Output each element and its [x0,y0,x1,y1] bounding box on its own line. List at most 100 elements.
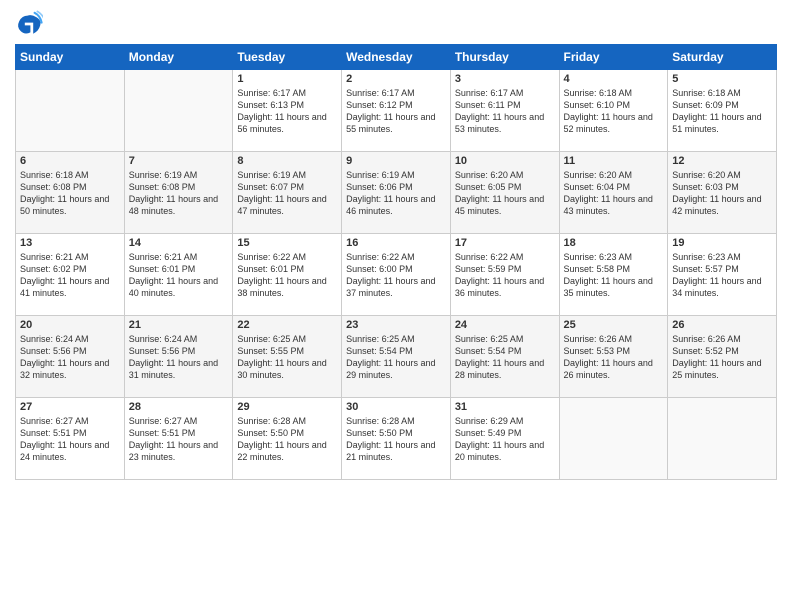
day-info: Sunrise: 6:26 AM [564,333,664,345]
header-cell-tuesday: Tuesday [233,45,342,70]
day-cell: 17Sunrise: 6:22 AMSunset: 5:59 PMDayligh… [450,234,559,316]
week-row-5: 27Sunrise: 6:27 AMSunset: 5:51 PMDayligh… [16,398,777,480]
day-info: Sunset: 6:01 PM [129,263,229,275]
day-info: Daylight: 11 hours and 20 minutes. [455,439,555,463]
day-number: 13 [20,237,120,249]
day-info: Daylight: 11 hours and 32 minutes. [20,357,120,381]
day-number: 19 [672,237,772,249]
day-info: Sunset: 6:06 PM [346,181,446,193]
day-cell [124,70,233,152]
day-cell: 16Sunrise: 6:22 AMSunset: 6:00 PMDayligh… [342,234,451,316]
day-number: 26 [672,319,772,331]
day-number: 14 [129,237,229,249]
day-info: Daylight: 11 hours and 43 minutes. [564,193,664,217]
day-info: Daylight: 11 hours and 48 minutes. [129,193,229,217]
day-number: 30 [346,401,446,413]
day-number: 24 [455,319,555,331]
day-info: Daylight: 11 hours and 50 minutes. [20,193,120,217]
day-info: Daylight: 11 hours and 22 minutes. [237,439,337,463]
day-info: Sunrise: 6:18 AM [564,87,664,99]
day-number: 4 [564,73,664,85]
day-cell [16,70,125,152]
week-row-2: 6Sunrise: 6:18 AMSunset: 6:08 PMDaylight… [16,152,777,234]
day-info: Daylight: 11 hours and 38 minutes. [237,275,337,299]
day-info: Sunrise: 6:23 AM [672,251,772,263]
calendar-table: SundayMondayTuesdayWednesdayThursdayFrid… [15,44,777,480]
day-info: Sunset: 6:13 PM [237,99,337,111]
day-info: Daylight: 11 hours and 51 minutes. [672,111,772,135]
day-info: Sunrise: 6:22 AM [237,251,337,263]
day-info: Daylight: 11 hours and 56 minutes. [237,111,337,135]
day-info: Daylight: 11 hours and 55 minutes. [346,111,446,135]
day-info: Sunrise: 6:18 AM [672,87,772,99]
day-number: 29 [237,401,337,413]
day-number: 5 [672,73,772,85]
day-number: 20 [20,319,120,331]
day-info: Sunrise: 6:17 AM [346,87,446,99]
day-info: Sunrise: 6:19 AM [237,169,337,181]
day-cell: 18Sunrise: 6:23 AMSunset: 5:58 PMDayligh… [559,234,668,316]
day-info: Sunrise: 6:19 AM [346,169,446,181]
day-number: 23 [346,319,446,331]
day-number: 11 [564,155,664,167]
week-row-4: 20Sunrise: 6:24 AMSunset: 5:56 PMDayligh… [16,316,777,398]
day-info: Sunrise: 6:27 AM [129,415,229,427]
day-cell: 27Sunrise: 6:27 AMSunset: 5:51 PMDayligh… [16,398,125,480]
day-info: Sunset: 6:04 PM [564,181,664,193]
day-info: Daylight: 11 hours and 28 minutes. [455,357,555,381]
day-number: 10 [455,155,555,167]
day-info: Sunrise: 6:20 AM [564,169,664,181]
week-row-1: 1Sunrise: 6:17 AMSunset: 6:13 PMDaylight… [16,70,777,152]
day-number: 22 [237,319,337,331]
day-number: 18 [564,237,664,249]
day-info: Sunset: 5:50 PM [346,427,446,439]
day-number: 2 [346,73,446,85]
day-info: Sunset: 5:53 PM [564,345,664,357]
day-info: Sunrise: 6:21 AM [129,251,229,263]
day-info: Sunrise: 6:21 AM [20,251,120,263]
day-info: Daylight: 11 hours and 42 minutes. [672,193,772,217]
day-info: Daylight: 11 hours and 26 minutes. [564,357,664,381]
day-info: Sunset: 6:03 PM [672,181,772,193]
day-info: Sunset: 5:57 PM [672,263,772,275]
day-info: Sunrise: 6:17 AM [455,87,555,99]
header [15,10,777,38]
day-cell: 29Sunrise: 6:28 AMSunset: 5:50 PMDayligh… [233,398,342,480]
day-cell: 1Sunrise: 6:17 AMSunset: 6:13 PMDaylight… [233,70,342,152]
day-info: Sunrise: 6:17 AM [237,87,337,99]
day-cell: 7Sunrise: 6:19 AMSunset: 6:08 PMDaylight… [124,152,233,234]
day-number: 31 [455,401,555,413]
day-info: Sunrise: 6:20 AM [455,169,555,181]
day-info: Sunset: 5:56 PM [129,345,229,357]
day-info: Sunset: 6:08 PM [20,181,120,193]
day-info: Sunset: 5:52 PM [672,345,772,357]
day-cell: 13Sunrise: 6:21 AMSunset: 6:02 PMDayligh… [16,234,125,316]
day-number: 12 [672,155,772,167]
day-info: Daylight: 11 hours and 24 minutes. [20,439,120,463]
header-cell-friday: Friday [559,45,668,70]
day-cell: 2Sunrise: 6:17 AMSunset: 6:12 PMDaylight… [342,70,451,152]
day-number: 8 [237,155,337,167]
day-info: Sunrise: 6:20 AM [672,169,772,181]
day-info: Sunset: 6:00 PM [346,263,446,275]
day-info: Sunrise: 6:22 AM [346,251,446,263]
day-cell: 24Sunrise: 6:25 AMSunset: 5:54 PMDayligh… [450,316,559,398]
day-info: Sunset: 6:02 PM [20,263,120,275]
header-cell-sunday: Sunday [16,45,125,70]
header-cell-wednesday: Wednesday [342,45,451,70]
day-number: 21 [129,319,229,331]
day-info: Sunset: 5:49 PM [455,427,555,439]
day-info: Daylight: 11 hours and 52 minutes. [564,111,664,135]
day-info: Sunset: 6:05 PM [455,181,555,193]
day-info: Sunset: 5:55 PM [237,345,337,357]
day-info: Daylight: 11 hours and 21 minutes. [346,439,446,463]
day-info: Sunset: 5:56 PM [20,345,120,357]
day-cell: 11 Sunrise: 6:20 AMSunset: 6:04 PMDayligh… [559,152,668,234]
day-number: 16 [346,237,446,249]
day-cell: 31Sunrise: 6:29 AMSunset: 5:49 PMDayligh… [450,398,559,480]
day-info: Sunset: 6:11 PM [455,99,555,111]
day-cell: 9Sunrise: 6:19 AMSunset: 6:06 PMDaylight… [342,152,451,234]
day-number: 3 [455,73,555,85]
day-cell: 5Sunrise: 6:18 AMSunset: 6:09 PMDaylight… [668,70,777,152]
day-info: Sunrise: 6:22 AM [455,251,555,263]
